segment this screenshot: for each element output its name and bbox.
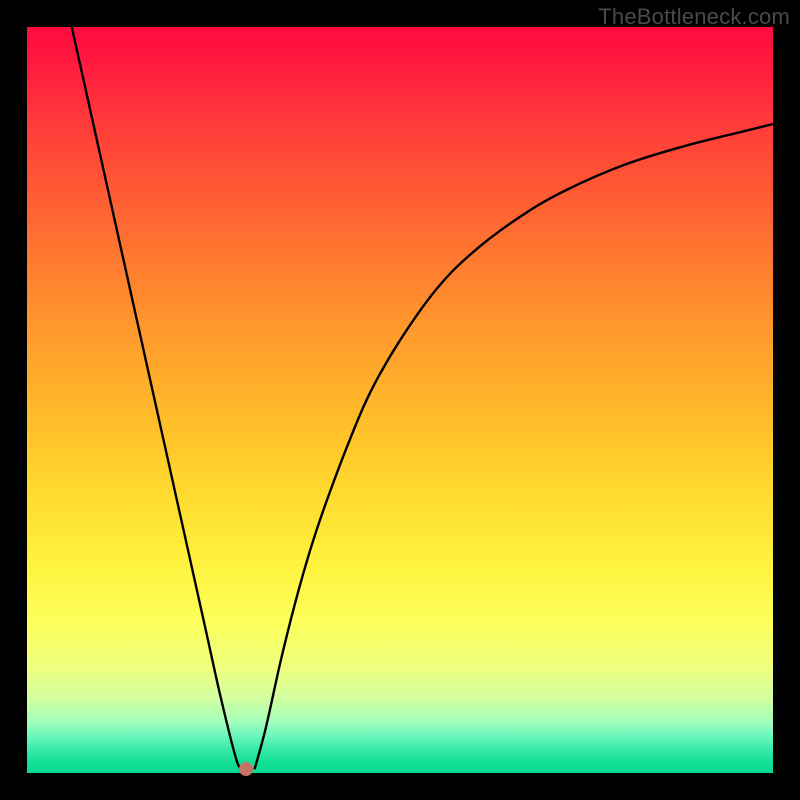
bottleneck-curve: [27, 27, 773, 773]
watermark-text: TheBottleneck.com: [598, 4, 790, 30]
curve-right-branch: [255, 124, 773, 769]
minimum-marker: [239, 762, 253, 776]
plot-area: [27, 27, 773, 773]
curve-left-branch: [72, 27, 242, 769]
